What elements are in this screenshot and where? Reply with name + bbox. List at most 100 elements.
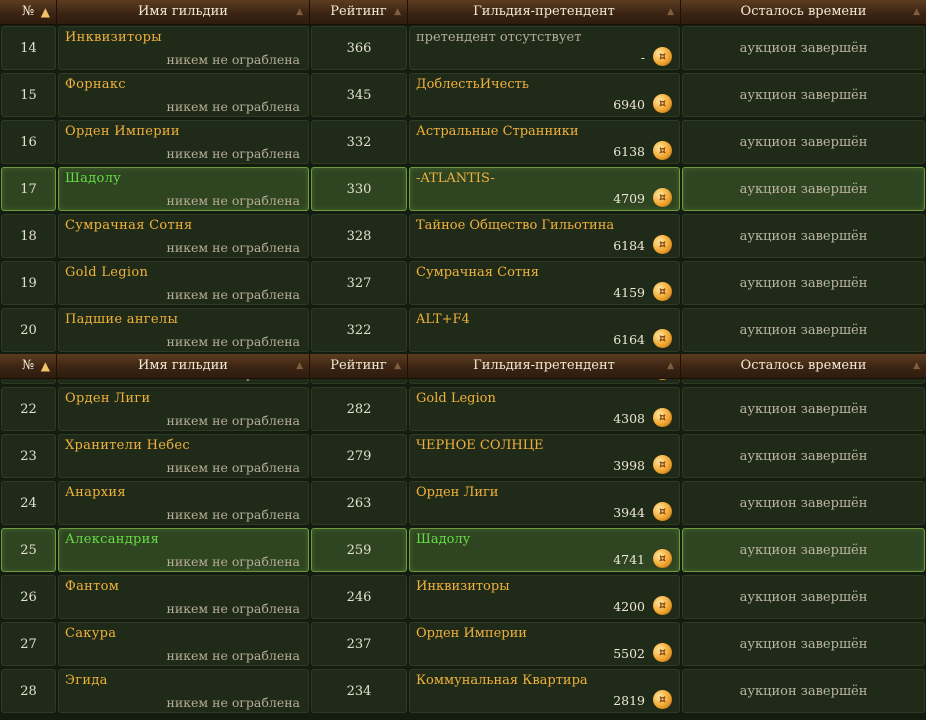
guild-name[interactable]: Форнакс	[65, 77, 126, 92]
table-row[interactable]: 16 Орден Империи никем не ограблена 332 Астр…	[0, 119, 926, 166]
guild-name[interactable]: Орден Лиги	[65, 391, 150, 406]
claimant-column-header[interactable]: Гильдия-претендент ▲	[408, 0, 681, 24]
table-row[interactable]: 18 Сумрачная Сотня никем не ограблена 328 Та…	[0, 213, 926, 260]
claimant-name[interactable]: Сумрачная Сотня	[416, 265, 539, 280]
table-row[interactable]: 24 Анархия никем не ограблена 263 Орден Лиги…	[0, 480, 926, 527]
claimant-name[interactable]: Астральные Странники	[416, 124, 579, 139]
rating-value: 234	[346, 684, 372, 699]
claimant-name[interactable]: ALT+F4	[416, 312, 470, 327]
sort-toggle-icon[interactable]: ▲	[296, 0, 303, 24]
guild-name[interactable]: Падшие ангелы	[65, 312, 178, 327]
time-left-column-header[interactable]: Осталось времени ▲	[681, 354, 926, 378]
claimant-name[interactable]: Орден Лиги	[416, 485, 498, 500]
guild-name-column-header[interactable]: Имя гильдии ▲	[57, 0, 310, 24]
claimant-cell[interactable]: -ATLANTIS- 4709 ¤	[409, 167, 680, 211]
claimant-name[interactable]: Коммунальная Квартира	[416, 673, 588, 688]
guild-cell[interactable]: Форнакс никем не ограблена	[58, 73, 309, 117]
guild-cell[interactable]: Эгида никем не ограблена	[58, 669, 309, 713]
sort-toggle-icon[interactable]: ▲	[394, 0, 401, 24]
guild-name[interactable]: Шадолу	[65, 171, 121, 186]
claimant-name[interactable]: Gold Legion	[416, 391, 496, 406]
sort-toggle-icon[interactable]: ▲	[296, 354, 303, 378]
sort-toggle-icon[interactable]: ▲	[913, 0, 920, 24]
guild-cell[interactable]: Gold Legion никем не ограблена	[58, 261, 309, 305]
table-row[interactable]: 25 Александрия никем не ограблена 259 Шадолу…	[0, 527, 926, 574]
claimant-cell[interactable]: ALT+F4 6164 ¤	[409, 308, 680, 352]
rank-column-header[interactable]: № ▲	[0, 354, 57, 378]
guild-name[interactable]: Анархия	[65, 485, 126, 500]
claimant-name[interactable]: Инквизиторы	[416, 579, 510, 594]
guild-name[interactable]: Эгида	[65, 673, 108, 688]
claimant-cell[interactable]: Gold Legion 4308 ¤	[409, 387, 680, 431]
time-left-column-header[interactable]: Осталось времени ▲	[681, 0, 926, 24]
claimant-column-header[interactable]: Гильдия-претендент ▲	[408, 354, 681, 378]
claimant-cell[interactable]: ДоблестьИчесть 6940 ¤	[409, 73, 680, 117]
table-row[interactable]: 26 Фантом никем не ограблена 246 Инквизиторы…	[0, 574, 926, 621]
claimant-name[interactable]: претендент отсутствует	[416, 30, 581, 45]
sort-toggle-icon[interactable]: ▲	[667, 354, 674, 378]
guild-cell[interactable]: Шадолу никем не ограблена	[58, 167, 309, 211]
claimant-cell[interactable]: Сумрачная Сотня 4159 ¤	[409, 261, 680, 305]
claimant-name[interactable]: Орден Империи	[416, 626, 527, 641]
rating-column-header[interactable]: Рейтинг ▲	[310, 354, 408, 378]
sort-toggle-icon[interactable]: ▲	[667, 0, 674, 24]
sort-ascending-icon[interactable]: ▲	[41, 0, 50, 24]
claimant-name[interactable]: -ATLANTIS-	[416, 171, 495, 186]
claimant-cell[interactable]: Орден Лиги 3944 ¤	[409, 481, 680, 525]
time-left-header-label: Осталось времени	[740, 358, 867, 373]
claimant-name[interactable]: ЧЕРНОЕ СОЛНЦЕ	[416, 438, 544, 453]
gold-coin-icon: ¤	[653, 47, 672, 66]
guild-name[interactable]: Хранители Небес	[65, 438, 190, 453]
robbery-status: никем не ограблена	[166, 460, 300, 475]
rating-value: 322	[346, 323, 372, 338]
claimant-cell[interactable]: Астральные Странники 6138 ¤	[409, 120, 680, 164]
claimant-name[interactable]: Тайное Общество Гильотина	[416, 218, 614, 233]
table-row[interactable]: 19 Gold Legion никем не ограблена 327 Сумрач…	[0, 260, 926, 307]
table-row[interactable]: 17 Шадолу никем не ограблена 330 -ATLANTIS- 4…	[0, 166, 926, 213]
guild-cell[interactable]: Анархия никем не ограблена	[58, 481, 309, 525]
time-left-cell: аукцион завершён	[682, 261, 925, 305]
sort-toggle-icon[interactable]: ▲	[394, 354, 401, 378]
rank-cell: 28	[1, 669, 56, 713]
claimant-name[interactable]: ДоблестьИчесть	[416, 77, 529, 92]
table-row[interactable]: 22 Орден Лиги никем не ограблена 282 Gold Le…	[0, 386, 926, 433]
claimant-cell[interactable]: ЧЕРНОЕ СОЛНЦЕ 3998 ¤	[409, 434, 680, 478]
guild-name[interactable]: Сакура	[65, 626, 116, 641]
guild-cell[interactable]: Падшие ангелы никем не ограблена	[58, 308, 309, 352]
claimant-cell[interactable]: Орден Империи 5502 ¤	[409, 622, 680, 666]
claimant-cell[interactable]: Шадолу 4741 ¤	[409, 528, 680, 572]
guild-cell[interactable]: Орден Империи никем не ограблена	[58, 120, 309, 164]
guild-cell[interactable]: Фантом никем не ограблена	[58, 575, 309, 619]
guild-cell[interactable]: Сумрачная Сотня никем не ограблена	[58, 214, 309, 258]
table-row[interactable]: 28 Эгида никем не ограблена 234 Коммунальная…	[0, 668, 926, 715]
guild-name[interactable]: Инквизиторы	[65, 30, 162, 45]
guild-name[interactable]: Gold Legion	[65, 265, 148, 280]
guild-name[interactable]: Сумрачная Сотня	[65, 218, 192, 233]
guild-name-column-header[interactable]: Имя гильдии ▲	[57, 354, 310, 378]
guild-cell[interactable]: Хранители Небес никем не ограблена	[58, 434, 309, 478]
guild-cell[interactable]: Орден Лиги никем не ограблена	[58, 387, 309, 431]
table-row[interactable]: 23 Хранители Небес никем не ограблена 279 ЧЕ…	[0, 433, 926, 480]
guild-cell[interactable]: Александрия никем не ограблена	[58, 528, 309, 572]
table-row[interactable]: 27 Сакура никем не ограблена 237 Орден Импер…	[0, 621, 926, 668]
claimant-cell[interactable]: Коммунальная Квартира 2819 ¤	[409, 669, 680, 713]
claimant-cell[interactable]: Тайное Общество Гильотина 6184 ¤	[409, 214, 680, 258]
guild-name[interactable]: Александрия	[65, 532, 159, 547]
table-row[interactable]: 15 Форнакс никем не ограблена 345 ДоблестьИч…	[0, 72, 926, 119]
rank-column-header[interactable]: № ▲	[0, 0, 57, 24]
bid-amount: 4308	[613, 411, 645, 426]
sort-toggle-icon[interactable]: ▲	[913, 354, 920, 378]
guild-name[interactable]: Фантом	[65, 579, 119, 594]
table-row[interactable]: 14 Инквизиторы никем не ограблена 366 претен…	[0, 25, 926, 72]
claimant-cell[interactable]: Инквизиторы 4200 ¤	[409, 575, 680, 619]
guild-cell[interactable]: Сакура никем не ограблена	[58, 622, 309, 666]
sort-ascending-icon[interactable]: ▲	[41, 354, 50, 378]
table-row[interactable]: 20 Падшие ангелы никем не ограблена 322 ALT+…	[0, 307, 926, 354]
rating-value: 263	[346, 496, 372, 511]
claimant-cell[interactable]: претендент отсутствует - ¤	[409, 26, 680, 70]
claimant-name[interactable]: Шадолу	[416, 532, 470, 547]
bid-amount: -	[640, 50, 645, 65]
guild-cell[interactable]: Инквизиторы никем не ограблена	[58, 26, 309, 70]
rating-column-header[interactable]: Рейтинг ▲	[310, 0, 408, 24]
guild-name[interactable]: Орден Империи	[65, 124, 180, 139]
